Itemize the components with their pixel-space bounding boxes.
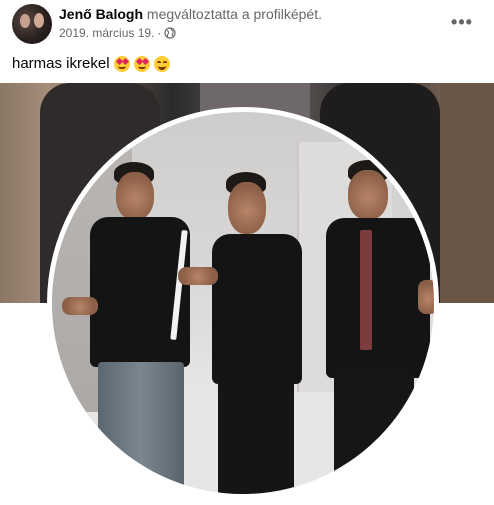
grinning-emoji [153, 56, 170, 72]
post-title: Jenő Balogh megváltoztatta a profilképét… [59, 5, 322, 23]
person-left [62, 162, 202, 494]
meta-separator: · [157, 26, 162, 40]
profile-picture-post: Jenő Balogh megváltoztatta a profilképét… [0, 0, 494, 505]
heart-eyes-emoji [113, 56, 130, 72]
person-right [320, 160, 434, 494]
caption-text: harmas ikrekel [12, 55, 110, 72]
heart-eyes-emoji [133, 56, 150, 72]
post-meta: 2019. március 19. · [59, 25, 176, 41]
post-date[interactable]: 2019. március 19. [59, 25, 154, 41]
post-caption: harmas ikrekel [12, 54, 170, 74]
person-middle [178, 172, 322, 494]
author-name[interactable]: Jenő Balogh [59, 6, 143, 22]
more-horizontal-icon: ••• [451, 11, 473, 32]
globe-icon [164, 27, 176, 39]
post-action-text: megváltoztatta a profilképét. [146, 6, 323, 22]
avatar[interactable] [12, 4, 52, 44]
more-options-button[interactable]: ••• [446, 8, 478, 36]
profile-photo-area[interactable] [0, 83, 494, 505]
post-header: Jenő Balogh megváltoztatta a profilképét… [0, 0, 494, 46]
profile-picture[interactable] [47, 107, 439, 499]
